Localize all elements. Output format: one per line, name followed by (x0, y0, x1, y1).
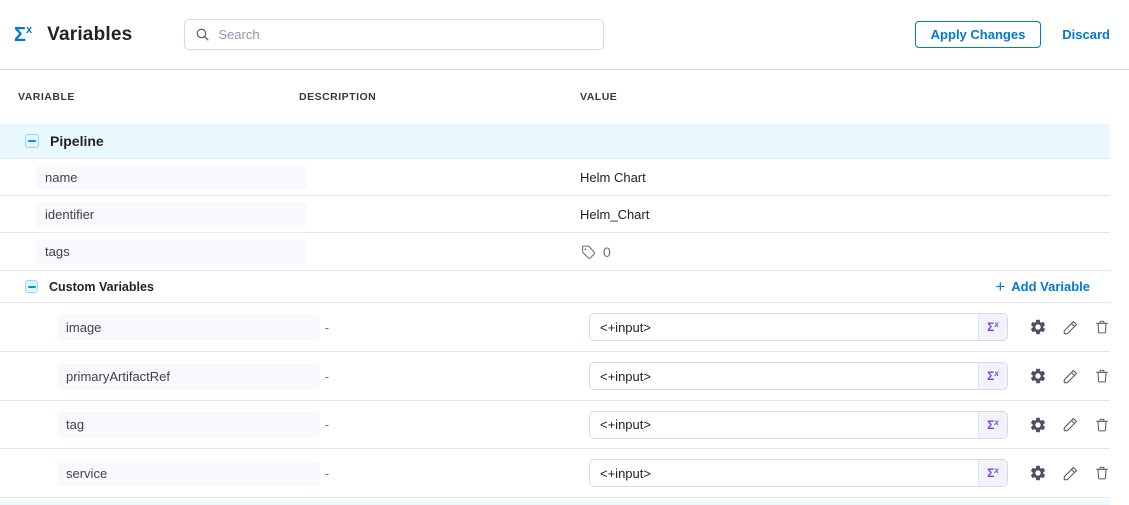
custom-variables-title: Custom Variables (49, 280, 154, 294)
settings-button[interactable] (1029, 464, 1047, 482)
settings-button[interactable] (1029, 367, 1047, 385)
column-header-value: VALUE (580, 91, 1110, 103)
expression-sigma-icon: Σx (987, 467, 999, 479)
expression-toggle[interactable]: Σx (978, 314, 1007, 340)
variable-name-chip: tags (36, 239, 306, 264)
trash-icon (1094, 465, 1110, 481)
input-value: <+input> (590, 466, 978, 481)
table-row: service - <+input> Σx (0, 449, 1110, 498)
variable-name-chip: tag (57, 412, 320, 437)
table-row: image - <+input> Σx (0, 303, 1110, 352)
variable-name-chip: service (57, 461, 320, 486)
delete-button[interactable] (1094, 465, 1110, 481)
trash-icon (1094, 319, 1110, 335)
gear-icon (1029, 367, 1047, 385)
delete-button[interactable] (1094, 319, 1110, 335)
variable-description: - (325, 466, 576, 481)
input-value: <+input> (590, 369, 978, 384)
search-box[interactable] (184, 19, 604, 50)
pencil-icon (1062, 319, 1079, 336)
tags-count-value: 0 (603, 244, 611, 260)
apply-changes-button[interactable]: Apply Changes (915, 21, 1042, 48)
table-row: tag - <+input> Σx (0, 401, 1110, 449)
gear-icon (1029, 318, 1047, 336)
pipeline-section-header[interactable]: Pipeline (0, 124, 1110, 159)
variable-description: - (325, 417, 576, 432)
variable-value-input[interactable]: <+input> Σx (589, 362, 1008, 390)
edit-button[interactable] (1062, 368, 1079, 385)
input-value: <+input> (590, 320, 978, 335)
page-title: Variables (47, 24, 132, 46)
edit-button[interactable] (1062, 319, 1079, 336)
sigma-glyph: Σ (14, 25, 26, 45)
expression-sigma-icon: Σx (987, 370, 999, 382)
variable-value-text: Helm_Chart (580, 207, 1110, 222)
variable-name-chip: identifier (36, 202, 306, 227)
collapse-minus-icon[interactable] (25, 280, 38, 293)
settings-button[interactable] (1029, 416, 1047, 434)
table-row: identifier Helm_Chart (0, 196, 1110, 233)
minus-bar (28, 140, 36, 142)
expression-toggle[interactable]: Σx (978, 363, 1007, 389)
custom-variables-section-header[interactable]: Custom Variables + Add Variable (0, 271, 1110, 303)
gear-icon (1029, 464, 1047, 482)
variable-value-input[interactable]: <+input> Σx (589, 411, 1008, 439)
variable-name-chip: image (57, 315, 320, 340)
variable-description: - (325, 369, 576, 384)
minus-bar (28, 286, 36, 288)
table-row: primaryArtifactRef - <+input> Σx (0, 352, 1110, 401)
expression-sigma-icon: Σx (987, 419, 999, 431)
settings-button[interactable] (1029, 318, 1047, 336)
edit-button[interactable] (1062, 416, 1079, 433)
variable-value-input[interactable]: <+input> Σx (589, 459, 1008, 487)
table-column-headers: VARIABLE DESCRIPTION VALUE (0, 70, 1110, 124)
add-variable-label: Add Variable (1011, 279, 1090, 294)
tag-icon (580, 244, 596, 260)
next-section-partial-row (0, 500, 1110, 505)
search-icon (195, 27, 210, 42)
delete-button[interactable] (1094, 368, 1110, 384)
add-variable-button[interactable]: + Add Variable (995, 279, 1110, 295)
variable-name-chip: primaryArtifactRef (57, 364, 320, 389)
delete-button[interactable] (1094, 417, 1110, 433)
table-row: tags 0 (0, 233, 1110, 271)
pipeline-section-title: Pipeline (50, 133, 104, 149)
column-header-description: DESCRIPTION (299, 91, 580, 103)
search-input[interactable] (218, 27, 593, 42)
expression-sigma-icon: Σx (987, 321, 999, 333)
variable-value-text: Helm Chart (580, 170, 1110, 185)
column-header-variable: VARIABLE (0, 91, 299, 103)
pencil-icon (1062, 416, 1079, 433)
variable-name-chip: name (36, 165, 306, 190)
header-bar: Σ x Variables Apply Changes Discard (0, 0, 1129, 70)
variable-value-input[interactable]: <+input> Σx (589, 313, 1008, 341)
pencil-icon (1062, 368, 1079, 385)
trash-icon (1094, 417, 1110, 433)
variable-description: - (325, 320, 576, 335)
expression-toggle[interactable]: Σx (978, 412, 1007, 438)
sigma-sup-glyph: x (26, 25, 32, 36)
gear-icon (1029, 416, 1047, 434)
plus-icon: + (995, 278, 1005, 295)
trash-icon (1094, 368, 1110, 384)
tags-count: 0 (580, 244, 1110, 260)
pencil-icon (1062, 465, 1079, 482)
input-value: <+input> (590, 417, 978, 432)
variables-sigma-icon: Σ x (14, 25, 32, 45)
expression-toggle[interactable]: Σx (978, 460, 1007, 486)
collapse-minus-icon[interactable] (25, 134, 39, 148)
edit-button[interactable] (1062, 465, 1079, 482)
table-row: name Helm Chart (0, 159, 1110, 196)
discard-button[interactable]: Discard (1062, 27, 1110, 42)
